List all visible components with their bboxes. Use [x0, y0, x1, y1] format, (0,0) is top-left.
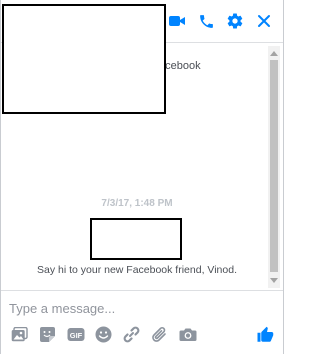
sticker-icon[interactable]: [38, 325, 57, 344]
header-actions: [166, 10, 275, 32]
link-icon[interactable]: [122, 325, 141, 344]
message-timestamp: 7/3/17, 1:48 PM: [101, 198, 173, 209]
scroll-up-arrow[interactable]: [268, 47, 280, 59]
phone-icon[interactable]: [195, 10, 217, 32]
attachment-icon[interactable]: [150, 325, 169, 344]
close-icon[interactable]: [253, 10, 275, 32]
composer: GIF: [1, 290, 283, 354]
scroll-thumb[interactable]: [270, 60, 278, 272]
message-input[interactable]: [9, 299, 249, 317]
video-call-icon[interactable]: [166, 10, 188, 32]
gear-icon[interactable]: [224, 10, 246, 32]
gif-icon[interactable]: GIF: [66, 325, 85, 344]
thumbs-up-icon[interactable]: [255, 325, 275, 345]
chat-window: acebook 7/3/17, 1:48 PM Say hi to your n…: [0, 0, 284, 354]
scroll-down-arrow[interactable]: [268, 275, 280, 287]
greeting-text: Say hi to your new Facebook friend, Vino…: [36, 264, 237, 276]
svg-text:GIF: GIF: [69, 331, 82, 340]
photo-icon[interactable]: [10, 325, 29, 344]
camera-icon[interactable]: [178, 325, 197, 344]
scrollbar[interactable]: [268, 46, 280, 288]
redacted-contact-info: [2, 4, 166, 114]
emoji-icon[interactable]: [94, 325, 113, 344]
redacted-friend-name: [90, 218, 182, 260]
composer-toolbar: GIF: [10, 325, 197, 344]
